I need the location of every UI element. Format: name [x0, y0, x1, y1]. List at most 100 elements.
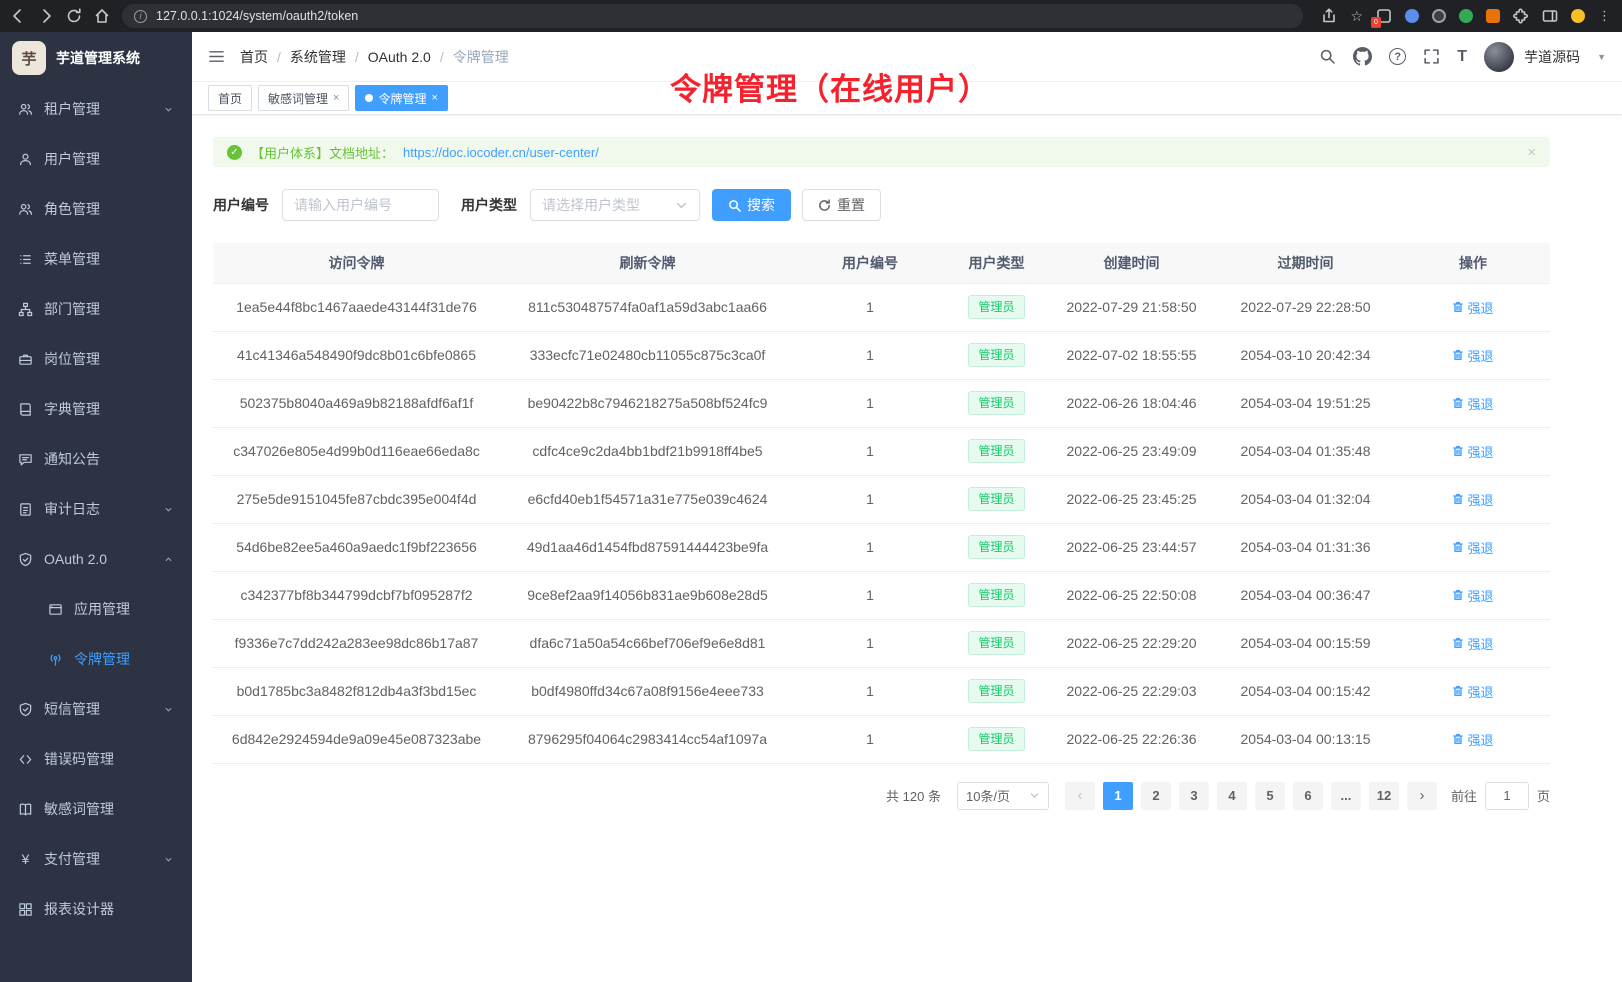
expire-time-cell: 2054-03-10 20:42:34	[1215, 331, 1396, 379]
next-page-button[interactable]: ›	[1407, 782, 1437, 810]
github-icon[interactable]	[1353, 47, 1372, 66]
sidebar-item-role[interactable]: 角色管理	[0, 184, 192, 234]
sidebar-item-oauth2[interactable]: OAuth 2.0	[0, 534, 192, 584]
goto-page-input[interactable]	[1485, 782, 1529, 810]
home-icon[interactable]	[94, 8, 110, 24]
page-button[interactable]: 3	[1179, 782, 1209, 810]
page-button[interactable]: ...	[1331, 782, 1361, 810]
forward-icon[interactable]	[38, 8, 54, 24]
page-button[interactable]: 5	[1255, 782, 1285, 810]
user-id-input[interactable]	[282, 189, 439, 221]
browser-actions: ☆ 0 ⋮	[1321, 8, 1612, 25]
extension-orange-icon[interactable]	[1486, 9, 1500, 23]
sidebar-item-oauth-app[interactable]: 应用管理	[0, 584, 192, 634]
breadcrumb-oauth2[interactable]: OAuth 2.0	[368, 49, 431, 65]
force-logout-button[interactable]: 强退	[1452, 682, 1493, 701]
browser-menu-icon[interactable]: ⋮	[1598, 8, 1612, 24]
sidebar-item-payment[interactable]: ¥ 支付管理	[0, 834, 192, 884]
sidebar-item-error-code[interactable]: 错误码管理	[0, 734, 192, 784]
force-logout-button[interactable]: 强退	[1452, 346, 1493, 365]
force-logout-label: 强退	[1467, 682, 1493, 701]
close-icon[interactable]: ×	[431, 92, 437, 104]
table-row: 6d842e2924594de9a09e45e087323abe 8796295…	[213, 715, 1550, 763]
chevron-down-icon[interactable]: ▼	[1597, 52, 1606, 62]
extensions-puzzle-icon[interactable]	[1513, 8, 1529, 24]
select-placeholder: 请选择用户类型	[542, 195, 640, 215]
sidebar-item-report-designer[interactable]: 报表设计器	[0, 884, 192, 934]
bookmark-star-icon[interactable]: ☆	[1350, 8, 1363, 25]
share-icon[interactable]	[1321, 8, 1337, 24]
sidebar-menu: 租户管理 用户管理 角色管理 菜单管理 部门管理 岗位管理	[0, 84, 192, 934]
fullscreen-icon[interactable]	[1423, 48, 1440, 65]
sidebar-item-dict[interactable]: 字典管理	[0, 384, 192, 434]
breadcrumb-system[interactable]: 系统管理	[290, 47, 346, 67]
sidebar-item-label: 审计日志	[44, 499, 100, 519]
help-icon[interactable]: ?	[1389, 48, 1406, 65]
user-type-tag: 管理员	[968, 679, 1024, 703]
close-icon[interactable]: ×	[1527, 144, 1536, 161]
sidebar-item-audit-log[interactable]: 审计日志	[0, 484, 192, 534]
reset-button[interactable]: 重置	[802, 189, 881, 221]
sidebar-item-notice[interactable]: 通知公告	[0, 434, 192, 484]
force-logout-button[interactable]: 强退	[1452, 298, 1493, 317]
force-logout-button[interactable]: 强退	[1452, 442, 1493, 461]
tab-home[interactable]: 首页	[208, 85, 252, 111]
force-logout-button[interactable]: 强退	[1452, 394, 1493, 413]
back-icon[interactable]	[10, 8, 26, 24]
access-token-cell: c342377bf8b344799dcbf7bf095287f2	[213, 571, 500, 619]
access-token-cell: 41c41346a548490f9dc8b01c6bfe0865	[213, 331, 500, 379]
doc-link[interactable]: https://doc.iocoder.cn/user-center/	[403, 145, 599, 160]
font-size-icon[interactable]: T	[1457, 48, 1467, 66]
prev-page-button[interactable]: ‹	[1065, 782, 1095, 810]
tab-token-management[interactable]: 令牌管理 ×	[355, 85, 447, 111]
search-icon[interactable]	[1319, 48, 1336, 65]
sidebar-item-sensitive-words[interactable]: 敏感词管理	[0, 784, 192, 834]
sidebar-item-tenant[interactable]: 租户管理	[0, 84, 192, 134]
refresh-token-cell: be90422b8c7946218275a508bf524fc9	[500, 379, 795, 427]
sidebar-item-sms[interactable]: 短信管理	[0, 684, 192, 734]
sidebar-item-label: 报表设计器	[44, 899, 114, 919]
tab-label: 令牌管理	[378, 90, 426, 107]
search-button[interactable]: 搜索	[712, 189, 791, 221]
app-logo[interactable]: 芋 芋道管理系统	[0, 32, 192, 84]
user-avatar[interactable]	[1484, 42, 1514, 72]
notification-badge: 0	[1371, 17, 1381, 28]
browser-profile-avatar[interactable]	[1571, 9, 1585, 23]
page-button[interactable]: 12	[1369, 782, 1399, 810]
user-type-select[interactable]: 请选择用户类型	[530, 189, 700, 221]
page-button[interactable]: 6	[1293, 782, 1323, 810]
extension-blue-icon[interactable]	[1405, 9, 1419, 23]
user-name[interactable]: 芋道源码	[1524, 47, 1580, 67]
extension-badged-icon[interactable]: 0	[1376, 8, 1392, 24]
hamburger-icon[interactable]	[208, 48, 225, 65]
sidebar-item-menu[interactable]: 菜单管理	[0, 234, 192, 284]
reload-icon[interactable]	[66, 8, 82, 24]
force-logout-button[interactable]: 强退	[1452, 634, 1493, 653]
extension-dark-icon[interactable]	[1432, 9, 1446, 23]
breadcrumb-home[interactable]: 首页	[240, 47, 268, 67]
chevron-down-icon	[163, 104, 174, 115]
extension-green-icon[interactable]	[1459, 9, 1473, 23]
force-logout-button[interactable]: 强退	[1452, 538, 1493, 557]
force-logout-button[interactable]: 强退	[1452, 490, 1493, 509]
sidebar-item-user[interactable]: 用户管理	[0, 134, 192, 184]
sidebar-item-dept[interactable]: 部门管理	[0, 284, 192, 334]
pagination: 共 120 条 10条/页 ‹ 123456...12 › 前往 页	[213, 782, 1550, 810]
table-row: 275e5de9151045fe87cbdc395e004f4d e6cfd40…	[213, 475, 1550, 523]
page-button[interactable]: 4	[1217, 782, 1247, 810]
sidebar-item-post[interactable]: 岗位管理	[0, 334, 192, 384]
tab-sensitive-words[interactable]: 敏感词管理×	[258, 85, 349, 111]
close-icon[interactable]: ×	[333, 92, 339, 104]
page-size-select[interactable]: 10条/页	[957, 782, 1049, 810]
sidebar-item-token-management[interactable]: 令牌管理	[0, 634, 192, 684]
force-logout-button[interactable]: 强退	[1452, 586, 1493, 605]
sidebar-item-label: 角色管理	[44, 199, 100, 219]
address-bar[interactable]: i 127.0.0.1:1024/system/oauth2/token	[122, 4, 1303, 28]
page-button[interactable]: 1	[1103, 782, 1133, 810]
side-panel-icon[interactable]	[1542, 8, 1558, 24]
force-logout-button[interactable]: 强退	[1452, 730, 1493, 749]
site-info-icon[interactable]: i	[134, 10, 147, 23]
sidebar-item-label: 字典管理	[44, 399, 100, 419]
goto-suffix: 页	[1537, 786, 1550, 805]
page-button[interactable]: 2	[1141, 782, 1171, 810]
